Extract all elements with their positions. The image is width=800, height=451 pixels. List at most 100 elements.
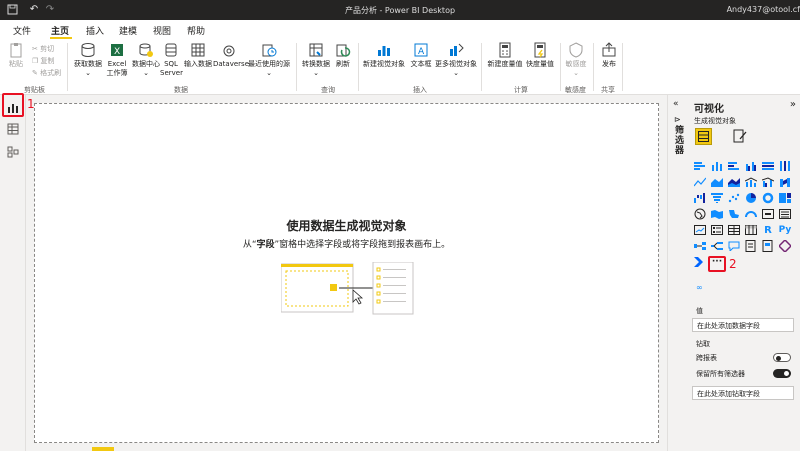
sensitivity-button[interactable]: 敏感度 ⌄ [563, 42, 589, 78]
format-visual-tab[interactable] [733, 129, 747, 145]
data-view-icon[interactable] [3, 119, 23, 139]
excel-button[interactable]: X Excel 工作簿 [105, 42, 129, 78]
100-bar-icon[interactable] [761, 159, 775, 173]
stacked-bar-icon[interactable] [693, 159, 707, 173]
menu-bar: 文件 主页 插入 建模 视图 帮助 [0, 20, 800, 40]
copy-button[interactable]: ❐ 复制 [32, 56, 55, 66]
report-canvas[interactable]: 使用数据生成视觉对象 从“字段”窗格中选择字段或将字段拖到报表画布上。 [34, 103, 659, 443]
ribbon-chart-icon[interactable] [778, 175, 792, 189]
clustered-column-icon[interactable] [744, 159, 758, 173]
visualizations-pane: 可视化 » 生成视觉对象 R Py ··· 2 ∞ 值 在此处添加数据字段 钻取… [688, 95, 800, 451]
paginated-report-icon[interactable] [761, 239, 775, 253]
new-measure-button[interactable]: 新建度量值 [486, 42, 524, 69]
qa-icon[interactable] [727, 239, 741, 253]
smart-narrative-icon[interactable] [744, 239, 758, 253]
line-clustered-column-icon[interactable] [761, 175, 775, 189]
line-chart-icon[interactable] [693, 175, 707, 189]
waterfall-icon[interactable] [693, 191, 707, 205]
bar-chart-icon [376, 42, 392, 58]
textbox-button[interactable]: A 文本框 [408, 42, 434, 69]
canvas-subtext: 从“字段”窗格中选择字段或将字段拖到报表画布上。 [35, 237, 658, 250]
donut-chart-icon[interactable] [761, 191, 775, 205]
get-data-button[interactable]: 获取数据 ⌄ [73, 42, 103, 78]
dropdown-chevron-icon: ⌄ [573, 69, 579, 77]
line-column-icon[interactable] [744, 175, 758, 189]
table-visual-icon[interactable] [727, 223, 741, 237]
svg-text:X: X [114, 47, 120, 57]
filters-pane-collapsed[interactable]: « ⊳ 筛选器 [667, 95, 687, 451]
python-visual-icon[interactable]: Py [778, 223, 792, 237]
dataverse-icon [221, 42, 237, 58]
cross-report-toggle[interactable] [773, 353, 791, 362]
menu-view[interactable]: 视图 [153, 24, 171, 37]
page-tab-indicator[interactable] [92, 447, 114, 451]
card-icon[interactable] [761, 207, 775, 221]
drillthrough-label: 钻取 [696, 340, 710, 348]
filled-map-icon[interactable] [710, 207, 724, 221]
slicer-icon[interactable] [710, 223, 724, 237]
subtext-suffix: ”窗格中选择字段或将字段拖到报表画布上。 [274, 240, 451, 250]
transform-data-button[interactable]: 转换数据 ⌄ [301, 42, 331, 78]
kpi-icon[interactable] [693, 223, 707, 237]
excel-label: Excel [107, 60, 127, 68]
drillthrough-field-well[interactable]: 在此处添加钻取字段 [692, 386, 794, 400]
menu-home[interactable]: 主页 [51, 24, 69, 37]
group-label-query: 查询 [321, 86, 335, 94]
collapse-chevrons-icon[interactable]: » [790, 99, 796, 110]
format-painter-button[interactable]: ✎ 格式刷 [32, 68, 61, 78]
decomposition-tree-icon[interactable] [710, 239, 724, 253]
gauge-icon[interactable] [744, 207, 758, 221]
treemap-icon[interactable] [778, 191, 792, 205]
dataverse-button[interactable]: Dataverse [213, 42, 249, 69]
r-visual-icon[interactable]: R [761, 223, 775, 237]
quick-measure-button[interactable]: 快度量值 [524, 42, 556, 69]
drag-illustration [280, 261, 415, 316]
sql-server-icon [163, 42, 179, 58]
build-visual-label: 生成视觉对象 [694, 117, 736, 125]
cross-report-label: 跨报表 [696, 354, 717, 362]
values-field-well[interactable]: 在此处添加数据字段 [692, 318, 794, 332]
clustered-bar-icon[interactable] [727, 159, 741, 173]
scatter-icon[interactable] [727, 191, 741, 205]
menu-insert[interactable]: 插入 [86, 24, 104, 37]
keep-filters-toggle[interactable] [773, 369, 791, 378]
format-painter-label: 格式刷 [40, 69, 62, 77]
sql-server-button[interactable]: SQL Server [160, 42, 183, 78]
subtext-prefix: 从“ [242, 240, 257, 250]
title-bar: ↶ ↷ 产品分析 - Power BI Desktop Andy437@otoo… [0, 0, 800, 20]
filters-label: 筛选器 [673, 125, 683, 155]
build-visual-tab[interactable] [695, 128, 712, 145]
menu-help[interactable]: 帮助 [187, 24, 205, 37]
power-apps-icon[interactable] [778, 239, 792, 253]
stacked-column-icon[interactable] [710, 159, 724, 173]
publish-button[interactable]: 发布 [599, 42, 619, 69]
key-influencers-icon[interactable] [693, 239, 707, 253]
100-column-icon[interactable] [778, 159, 792, 173]
matrix-icon[interactable] [744, 223, 758, 237]
new-visual-button[interactable]: 新建视觉对象 [362, 42, 406, 69]
stacked-area-icon[interactable] [727, 175, 741, 189]
group-label-clipboard: 剪贴板 [24, 86, 45, 94]
refresh-button[interactable]: 刷新 [333, 42, 353, 69]
multi-row-card-icon[interactable] [778, 207, 792, 221]
enter-data-button[interactable]: 输入数据 [183, 42, 213, 69]
more-visuals-button[interactable]: 更多视觉对象 ⌄ [434, 42, 478, 78]
cut-button[interactable]: ✂ 剪切 [32, 44, 54, 54]
pie-chart-icon[interactable] [744, 191, 758, 205]
model-view-icon[interactable] [3, 142, 23, 162]
paste-button[interactable]: 粘贴 [5, 42, 27, 69]
user-account[interactable]: Andy437@otool.cf [727, 5, 800, 14]
shape-map-icon[interactable] [727, 207, 741, 221]
menu-modeling[interactable]: 建模 [119, 24, 137, 37]
group-label-calc: 计算 [514, 86, 528, 94]
area-chart-icon[interactable] [710, 175, 724, 189]
funnel-icon[interactable] [710, 191, 724, 205]
window-title: 产品分析 - Power BI Desktop [344, 6, 456, 15]
new-visual-label: 新建视觉对象 [363, 60, 405, 68]
expand-chevrons-icon[interactable]: « [673, 99, 679, 109]
recent-sources-button[interactable]: 最近使用的源 ⌄ [246, 42, 292, 78]
menu-file[interactable]: 文件 [13, 24, 31, 37]
power-automate-icon[interactable] [693, 255, 707, 269]
data-hub-button[interactable]: 数据中心 ⌄ [131, 42, 161, 78]
map-icon[interactable] [693, 207, 707, 221]
